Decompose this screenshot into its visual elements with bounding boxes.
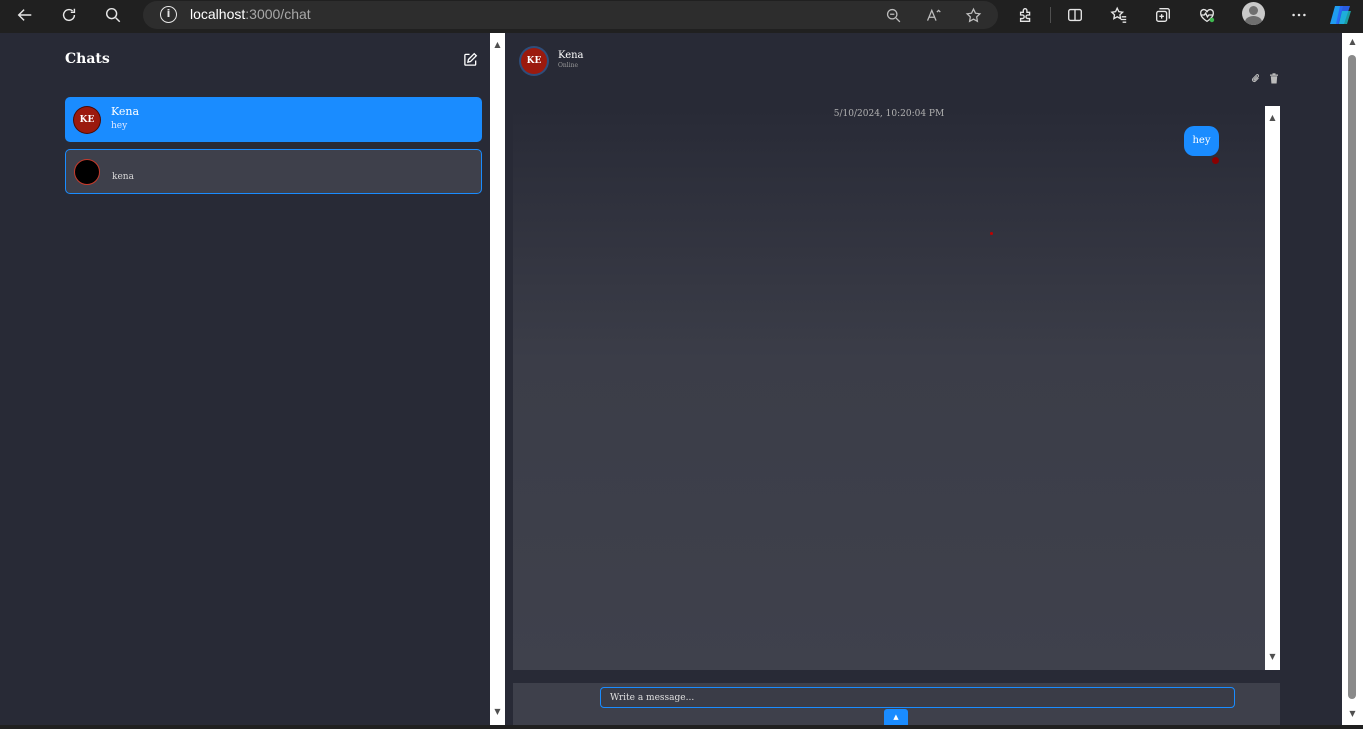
chat-list-item[interactable]: kena bbox=[65, 149, 482, 194]
decorative-dot bbox=[990, 232, 993, 235]
more-icon[interactable] bbox=[1287, 4, 1311, 26]
copilot-icon[interactable] bbox=[1328, 3, 1354, 27]
chat-app: Chats KE Kena hey kena ▲ ▼ KE Kena Onlin… bbox=[0, 33, 1342, 725]
contact-status: Online bbox=[558, 62, 579, 69]
chat-sidebar: Chats KE Kena hey kena bbox=[0, 33, 490, 725]
refresh-icon[interactable] bbox=[56, 3, 82, 27]
chats-title: Chats bbox=[65, 51, 110, 67]
page-scrollbar[interactable]: ▲ ▼ bbox=[1342, 33, 1363, 725]
favorite-star-icon[interactable] bbox=[963, 6, 983, 24]
browser-toolbar: i localhost:3000/chat bbox=[0, 0, 1363, 31]
sidebar-scrollbar[interactable]: ▲ ▼ bbox=[490, 33, 505, 725]
search-icon[interactable] bbox=[100, 3, 126, 27]
profile-icon[interactable] bbox=[1242, 2, 1265, 25]
message-composer: ▲ bbox=[513, 683, 1280, 725]
read-aloud-icon[interactable] bbox=[923, 6, 943, 24]
scroll-down-arrow-icon[interactable]: ▼ bbox=[1345, 708, 1360, 720]
scroll-down-arrow-icon[interactable]: ▼ bbox=[490, 706, 505, 718]
message-date: 5/10/2024, 10:20:04 PM bbox=[833, 109, 945, 119]
delete-icon[interactable] bbox=[1269, 69, 1279, 84]
scroll-up-arrow-icon[interactable]: ▲ bbox=[490, 39, 505, 51]
scroll-up-arrow-icon[interactable]: ▲ bbox=[1265, 112, 1280, 124]
conversation-panel: KE Kena Online 5/10/2024, 10:20:04 PM he… bbox=[505, 33, 1342, 725]
window-bottom-edge bbox=[0, 725, 1363, 729]
arrow-up-icon[interactable]: ▲ bbox=[884, 709, 908, 725]
scroll-down-arrow-icon[interactable]: ▼ bbox=[1265, 651, 1280, 663]
browser-essentials-icon[interactable] bbox=[1195, 4, 1219, 26]
url-text[interactable]: localhost:3000/chat bbox=[190, 6, 311, 22]
contact-avatar: KE bbox=[521, 48, 547, 74]
message-status-dot bbox=[1212, 157, 1219, 164]
sent-message-bubble[interactable]: hey bbox=[1184, 126, 1219, 156]
extensions-icon[interactable] bbox=[1014, 4, 1038, 26]
scroll-up-arrow-icon[interactable]: ▲ bbox=[1345, 36, 1360, 48]
info-icon[interactable]: i bbox=[160, 6, 177, 23]
contact-name: Kena bbox=[558, 50, 584, 61]
message-list[interactable]: 5/10/2024, 10:20:04 PM hey ▲ ▼ bbox=[513, 106, 1280, 670]
split-screen-icon[interactable] bbox=[1063, 4, 1087, 26]
collections-icon[interactable] bbox=[1151, 4, 1175, 26]
avatar: KE bbox=[74, 107, 100, 133]
chat-preview: hey bbox=[111, 121, 128, 131]
zoom-out-icon[interactable] bbox=[883, 6, 903, 24]
attach-icon[interactable] bbox=[1251, 69, 1261, 82]
messages-scrollbar[interactable]: ▲ ▼ bbox=[1265, 106, 1280, 670]
scrollbar-thumb[interactable] bbox=[1348, 55, 1356, 699]
chat-preview: kena bbox=[112, 172, 134, 182]
address-bar[interactable]: i localhost:3000/chat bbox=[143, 1, 998, 29]
favorites-icon[interactable] bbox=[1107, 4, 1131, 26]
message-input[interactable] bbox=[600, 687, 1235, 708]
back-icon[interactable] bbox=[12, 3, 38, 27]
chat-list-item-kena[interactable]: KE Kena hey bbox=[65, 97, 482, 142]
toolbar-divider bbox=[1050, 7, 1051, 23]
edit-icon[interactable] bbox=[463, 52, 478, 67]
chat-name: Kena bbox=[111, 105, 140, 118]
avatar bbox=[74, 159, 100, 185]
